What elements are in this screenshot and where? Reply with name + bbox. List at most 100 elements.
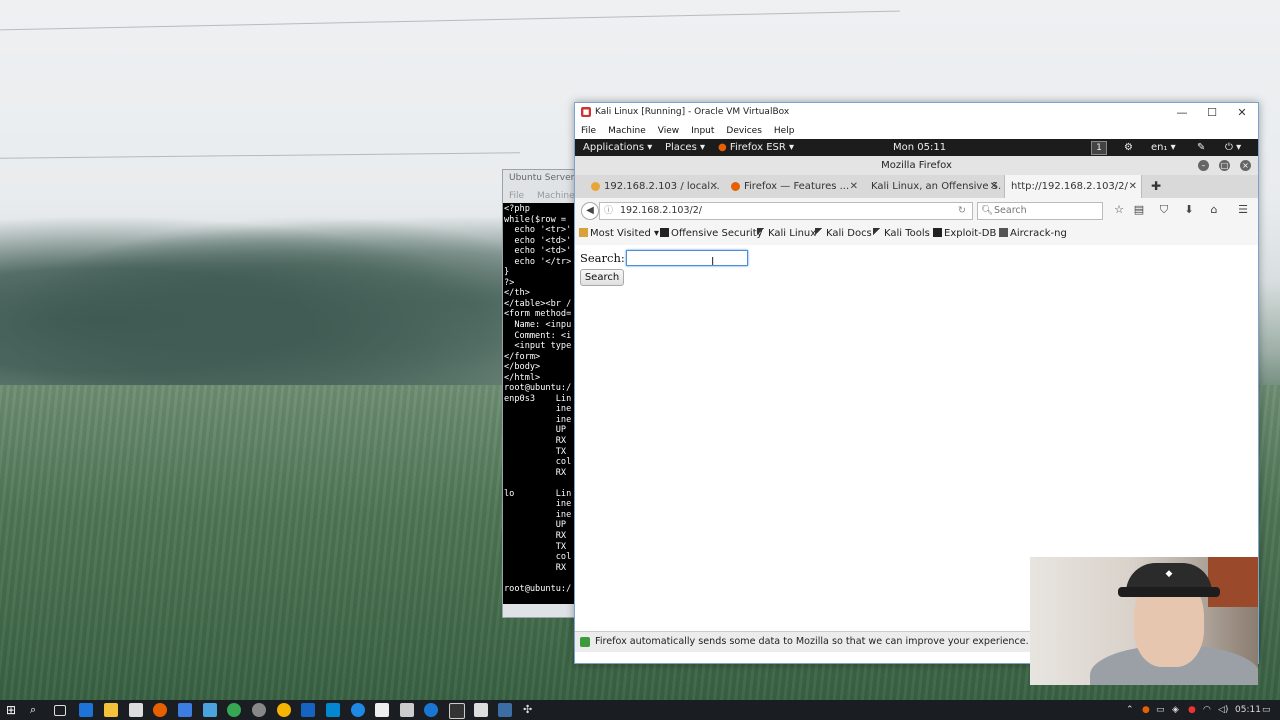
app-icon[interactable] bbox=[424, 703, 438, 717]
bookmark-most-visited[interactable]: Most Visited ▾ bbox=[579, 223, 659, 245]
ubuntu-menu-file[interactable]: File bbox=[509, 191, 524, 201]
edge-icon[interactable] bbox=[79, 703, 93, 717]
bookmark-offensive-security[interactable]: Offensive Security bbox=[660, 223, 763, 245]
app-icon[interactable] bbox=[301, 703, 315, 717]
url-bar[interactable]: ⓘ 192.168.2.103/2/ ↻ bbox=[599, 202, 973, 220]
bookmark-exploit-db[interactable]: Exploit-DB bbox=[933, 223, 996, 245]
terminal-icon[interactable] bbox=[449, 703, 465, 719]
minimize-button[interactable]: — bbox=[1167, 103, 1197, 123]
menu-machine[interactable]: Machine bbox=[608, 123, 646, 139]
app-icon[interactable] bbox=[252, 703, 266, 717]
pen-icon[interactable]: ✎ bbox=[1197, 139, 1205, 156]
pocket-icon[interactable]: ⛉ bbox=[1156, 202, 1172, 218]
back-button[interactable]: ◀ bbox=[581, 202, 599, 220]
search-icon[interactable]: ⌕ bbox=[30, 703, 44, 717]
mail-icon[interactable] bbox=[375, 703, 389, 717]
hamburger-menu-icon[interactable]: ☰ bbox=[1235, 202, 1251, 218]
chrome-icon[interactable] bbox=[277, 703, 291, 717]
tab-kali-linux[interactable]: Kali Linux, an Offensive S... ✕ bbox=[868, 175, 1002, 198]
app-icon[interactable] bbox=[178, 703, 192, 717]
url-text: 192.168.2.103/2/ bbox=[620, 205, 702, 216]
tab-active-page[interactable]: http://192.168.2.103/2/ ✕ bbox=[1004, 175, 1142, 198]
cap-brim bbox=[1118, 587, 1220, 597]
firefox-minimize-button[interactable]: – bbox=[1198, 160, 1209, 171]
tray-network-icon[interactable]: ▭ bbox=[1156, 700, 1165, 720]
search-input[interactable] bbox=[626, 250, 748, 266]
menu-input[interactable]: Input bbox=[691, 123, 714, 139]
tab-phpmyadmin[interactable]: 192.168.2.103 / local... ✕ bbox=[588, 175, 722, 198]
network-icon[interactable]: ⚙ bbox=[1124, 139, 1133, 156]
panel-clock[interactable]: Mon 05:11 bbox=[893, 139, 946, 156]
close-button[interactable]: ✕ bbox=[1227, 103, 1257, 123]
firefox-app-menu[interactable]: ● Firefox ESR ▾ bbox=[718, 139, 794, 156]
reload-icon[interactable]: ↻ bbox=[958, 203, 966, 219]
keyboard-layout[interactable]: en₁ ▾ bbox=[1151, 139, 1176, 156]
new-tab-button[interactable]: ✚ bbox=[1151, 175, 1165, 198]
tray-app-icon[interactable]: ● bbox=[1142, 700, 1150, 720]
background-window bbox=[1208, 557, 1258, 607]
tray-app-icon[interactable]: ◈ bbox=[1172, 700, 1179, 720]
applications-menu[interactable]: Applications ▾ bbox=[583, 139, 652, 156]
tray-chevron-icon[interactable]: ⌃ bbox=[1126, 700, 1134, 720]
app-icon[interactable] bbox=[227, 703, 241, 717]
taskbar-clock[interactable]: 05:11 bbox=[1235, 700, 1261, 720]
menu-file[interactable]: File bbox=[581, 123, 596, 139]
offsec-icon bbox=[660, 228, 669, 237]
menu-view[interactable]: View bbox=[658, 123, 679, 139]
cap-logo-icon: ◆ bbox=[1165, 569, 1173, 579]
task-view-icon[interactable] bbox=[54, 705, 66, 716]
app-icon[interactable] bbox=[326, 703, 340, 717]
firefox-icon: ● bbox=[718, 142, 727, 153]
home-icon[interactable]: ⌂ bbox=[1206, 202, 1222, 218]
search-label: Search: bbox=[580, 251, 625, 265]
firefox-taskbar-icon[interactable] bbox=[153, 703, 167, 717]
windows-start-icon[interactable]: ⊞ bbox=[6, 703, 20, 717]
virtualbox-title: Kali Linux [Running] - Oracle VM Virtual… bbox=[595, 107, 790, 117]
close-tab-icon[interactable]: ✕ bbox=[990, 175, 998, 198]
webcam-overlay: ◆ bbox=[1030, 557, 1258, 685]
power-icon[interactable]: ⏻ ▾ bbox=[1225, 139, 1241, 156]
app-icon[interactable]: ✣ bbox=[523, 703, 537, 717]
virtualbox-titlebar[interactable]: ■ Kali Linux [Running] - Oracle VM Virtu… bbox=[575, 103, 1258, 123]
bookmark-kali-tools[interactable]: Kali Tools bbox=[873, 223, 930, 245]
search-bar[interactable]: 🔍︎ bbox=[977, 202, 1103, 220]
menu-devices[interactable]: Devices bbox=[726, 123, 761, 139]
bookmark-kali-linux[interactable]: Kali Linux bbox=[757, 223, 816, 245]
downloads-icon[interactable]: ⬇ bbox=[1181, 202, 1197, 218]
maximize-button[interactable]: ☐ bbox=[1197, 103, 1227, 123]
bookmark-kali-docs[interactable]: Kali Docs bbox=[815, 223, 872, 245]
places-menu[interactable]: Places ▾ bbox=[665, 139, 705, 156]
close-tab-icon[interactable]: ✕ bbox=[710, 175, 718, 198]
notifications-icon[interactable]: ▭ bbox=[1262, 700, 1271, 720]
virtualbox-taskbar-icon[interactable] bbox=[498, 703, 512, 717]
tab-bar: 192.168.2.103 / local... ✕ Firefox — Fea… bbox=[575, 175, 1258, 198]
app-icon[interactable] bbox=[474, 703, 488, 717]
firefox-maximize-button[interactable]: □ bbox=[1219, 160, 1230, 171]
site-info-icon[interactable]: ⓘ bbox=[604, 203, 613, 219]
tree-line bbox=[0, 215, 520, 390]
tray-wifi-icon[interactable]: ◠ bbox=[1203, 700, 1211, 720]
menu-help[interactable]: Help bbox=[774, 123, 795, 139]
bookmark-star-icon[interactable]: ☆ bbox=[1111, 202, 1127, 218]
firefox-window-title: Mozilla Firefox bbox=[575, 156, 1258, 175]
firefox-close-button[interactable]: × bbox=[1240, 160, 1251, 171]
search-bar-input[interactable] bbox=[994, 204, 1098, 217]
close-tab-icon[interactable]: ✕ bbox=[850, 175, 858, 198]
app-icon[interactable] bbox=[351, 703, 365, 717]
close-tab-icon[interactable]: ✕ bbox=[1129, 175, 1137, 198]
virtualbox-menu-bar: File Machine View Input Devices Help bbox=[575, 123, 1258, 139]
library-icon[interactable]: ▤ bbox=[1131, 202, 1147, 218]
app-icon[interactable] bbox=[203, 703, 217, 717]
tray-volume-icon[interactable]: ◁) bbox=[1218, 700, 1228, 720]
store-icon[interactable] bbox=[129, 703, 143, 717]
workspace-indicator[interactable]: 1 bbox=[1091, 141, 1107, 155]
phpmyadmin-favicon bbox=[591, 182, 600, 191]
search-button[interactable]: Search bbox=[580, 269, 624, 286]
tray-app-icon[interactable]: ● bbox=[1188, 700, 1196, 720]
tab-firefox-features[interactable]: Firefox — Features ... ✕ bbox=[728, 175, 862, 198]
file-explorer-icon[interactable] bbox=[104, 703, 118, 717]
kali-dragon-icon bbox=[873, 228, 882, 237]
bookmark-aircrack-ng[interactable]: Aircrack-ng bbox=[999, 223, 1067, 245]
app-icon[interactable] bbox=[400, 703, 414, 717]
ubuntu-menu-machine[interactable]: Machine bbox=[537, 191, 575, 201]
